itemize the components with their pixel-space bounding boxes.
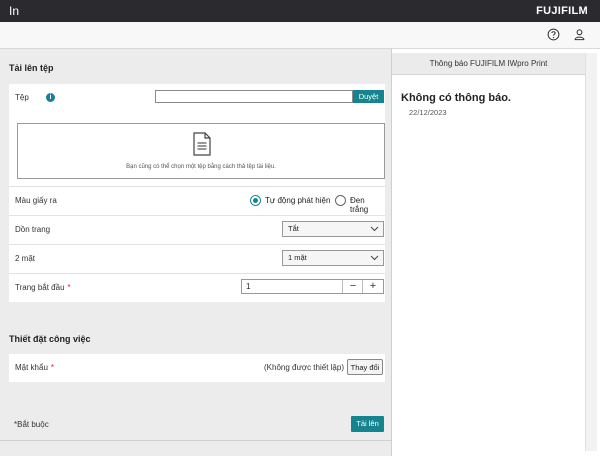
file-path-input[interactable] [155, 90, 353, 103]
password-status: (Không được thiết lập) [264, 363, 344, 372]
change-password-button[interactable]: Thay đổi [347, 359, 383, 375]
toolbar [0, 22, 600, 49]
notices-scrollbar[interactable] [585, 53, 597, 451]
collate-select-value: Tắt [288, 224, 299, 233]
upload-section-title: Tải lên tệp [9, 63, 54, 73]
start-page-row: Trang bắt đầu * 1 − + [9, 273, 385, 302]
notices-header: Thông báo FUJIFILM IWpro Print [392, 53, 585, 75]
radio-auto-detect-label[interactable]: Tự động phát hiện [265, 196, 330, 205]
collate-row: Dồn trang Tắt [9, 215, 385, 244]
radio-auto-detect[interactable] [250, 195, 261, 206]
notices-date: 22/12/2023 [409, 108, 447, 117]
file-upload-card: Tệp i Duyệt Bạn cũng có thể chọn một tệp… [9, 84, 385, 186]
chevron-down-icon [370, 226, 379, 232]
browse-button[interactable]: Duyệt [353, 90, 384, 103]
app-title: In [9, 4, 20, 18]
required-mark: * [50, 363, 55, 372]
radio-black-white[interactable] [335, 195, 346, 206]
increment-button[interactable]: + [362, 280, 383, 293]
question-circle-icon[interactable] [547, 28, 560, 41]
file-label: Tệp [15, 93, 29, 102]
drop-hint-text: Bạn cũng có thể chọn một tệp bằng cách t… [126, 164, 276, 170]
collate-label: Dồn trang [15, 225, 51, 234]
footer-divider [0, 440, 391, 441]
chevron-down-icon [370, 255, 379, 261]
duplex-label: 2 mặt [15, 254, 36, 263]
document-icon [193, 132, 211, 156]
start-page-label: Trang bắt đầu * [15, 283, 71, 292]
password-row: Mật khẩu * (Không được thiết lập) Thay đổ… [9, 354, 385, 382]
notices-empty-title: Không có thông báo. [401, 92, 511, 104]
radio-black-white-label[interactable]: Đen trắng [350, 196, 385, 214]
job-settings-title: Thiết đặt công việc [9, 334, 91, 344]
required-mark: * [67, 283, 71, 292]
file-drop-zone[interactable]: Bạn cũng có thể chọn một tệp bằng cách t… [17, 123, 385, 179]
password-label: Mật khẩu * [15, 363, 55, 372]
brand-logo: FUJIFILM [536, 5, 588, 17]
duplex-row: 2 mặt 1 mặt [9, 244, 385, 273]
duplex-select[interactable]: 1 mặt [282, 250, 384, 266]
main-panel: Tải lên tệp Tệp i Duyệt Bạn cũng có thể … [0, 49, 391, 456]
duplex-select-value: 1 mặt [288, 253, 307, 262]
output-color-label: Màu giấy ra [15, 196, 57, 205]
info-icon[interactable]: i [46, 93, 55, 102]
start-page-stepper[interactable]: 1 − + [241, 279, 384, 294]
output-color-row: Màu giấy ra Tự động phát hiện Đen trắng [9, 186, 385, 215]
notices-panel: Thông báo FUJIFILM IWpro Print Không có … [391, 49, 600, 456]
decrement-button[interactable]: − [342, 280, 363, 293]
collate-select[interactable]: Tắt [282, 221, 384, 237]
top-bar: In FUJIFILM [0, 0, 600, 22]
required-note: *Bắt buộc [14, 420, 49, 429]
user-icon[interactable] [573, 28, 586, 41]
upload-button[interactable]: Tải lên [351, 416, 384, 432]
start-page-value[interactable]: 1 [246, 282, 250, 291]
